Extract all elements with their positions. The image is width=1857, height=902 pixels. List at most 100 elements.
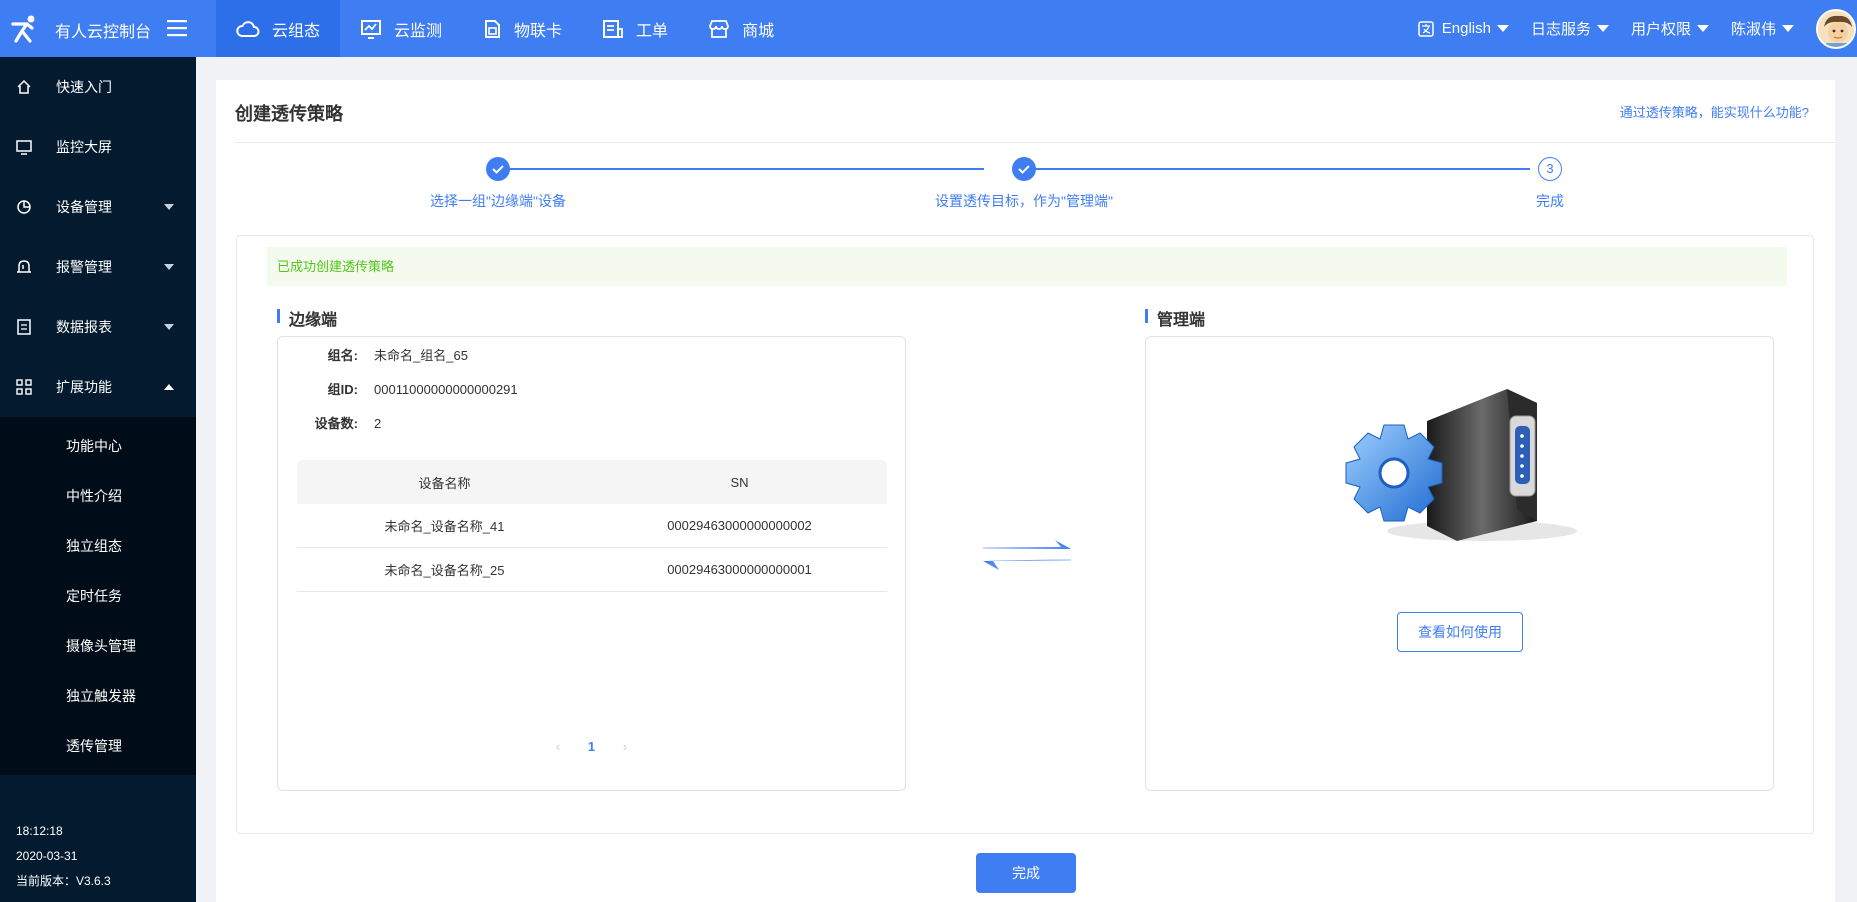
sn-cell: 00029463000000000001 <box>667 562 812 577</box>
group-name-row: 组名: 未命名_组名_65 <box>278 345 468 364</box>
sidebar-item-alarm-management[interactable]: 报警管理 <box>0 237 196 297</box>
help-link[interactable]: 通过透传策略，能实现什么功能? <box>1620 102 1809 121</box>
nav-store[interactable]: 商城 <box>688 0 794 57</box>
log-service-menu[interactable]: 日志服务 <box>1531 18 1609 39</box>
how-to-use-button[interactable]: 查看如何使用 <box>1397 612 1523 652</box>
app-version: 当前版本：V3.6.3 <box>16 874 111 888</box>
finish-button[interactable]: 完成 <box>976 853 1076 893</box>
next-page-button[interactable]: › <box>623 739 627 754</box>
device-count-label: 设备数: <box>314 416 358 431</box>
group-name-value: 未命名_组名_65 <box>374 348 468 363</box>
step-3-label: 完成 <box>1536 193 1564 209</box>
group-id-value: 00011000000000000291 <box>374 382 518 397</box>
sidebar-item-device-management[interactable]: 设备管理 <box>0 177 196 237</box>
log-service-label: 日志服务 <box>1530 21 1591 38</box>
table-header: 设备名称 SN <box>297 460 887 504</box>
submenu-item-camera-management[interactable]: 摄像头管理 <box>0 621 196 671</box>
top-right-menu: English 日志服务 用户权限 陈淑伟 <box>1418 0 1857 57</box>
sim-card-icon <box>485 19 501 38</box>
nav-label: 云监测 <box>394 22 443 40</box>
sidebar-item-monitor-screen[interactable]: 监控大屏 <box>0 117 196 177</box>
submenu-item-standalone-config[interactable]: 独立组态 <box>0 521 196 571</box>
user-menu[interactable]: 陈淑伟 <box>1731 18 1794 39</box>
column-header-device-name: 设备名称 <box>418 475 471 491</box>
sidebar-item-data-report[interactable]: 数据报表 <box>0 297 196 357</box>
avatar[interactable] <box>1816 8 1856 49</box>
step-1-check <box>486 157 510 181</box>
nav-label: 云组态 <box>272 22 321 40</box>
step-2-check <box>1012 157 1036 181</box>
brand: 有人云控制台 <box>0 0 216 57</box>
pagination: ‹ 1 › <box>278 739 905 754</box>
step-connector <box>1024 168 1530 170</box>
device-count-value: 2 <box>374 416 382 431</box>
language-icon <box>1418 20 1434 37</box>
store-icon <box>709 19 729 38</box>
table-row: 未命名_设备名称_41 00029463000000000002 <box>297 504 887 548</box>
page-number-current[interactable]: 1 <box>588 739 595 754</box>
nav-iot-card[interactable]: 物联卡 <box>462 0 582 57</box>
sidebar-submenu: 功能中心 中性介绍 独立组态 定时任务 摄像头管理 独立触发器 透传管理 <box>0 417 196 775</box>
group-id-label: 组ID: <box>327 382 358 397</box>
chevron-down-icon <box>164 324 174 330</box>
hamburger-menu-icon[interactable] <box>166 18 188 38</box>
current-time: 18:12:18 <box>16 824 63 838</box>
step-2-label: 设置透传目标，作为"管理端" <box>935 193 1113 209</box>
step-1-label: 选择一组"边缘端"设备 <box>430 193 566 209</box>
manager-section-title: 管理端 <box>1145 306 1205 330</box>
sidebar-item-label: 扩展功能 <box>56 379 112 395</box>
step-3-number: 3 <box>1538 157 1562 181</box>
step-connector <box>498 168 984 170</box>
current-date: 2020-03-31 <box>16 849 78 863</box>
device-count-row: 设备数: 2 <box>278 413 382 432</box>
cloud-icon <box>236 20 260 37</box>
nav-label: 工单 <box>636 22 669 40</box>
sidebar-item-label: 快速入门 <box>56 79 112 95</box>
group-name-label: 组名: <box>327 348 358 363</box>
report-icon <box>17 319 31 335</box>
nav-cloud-config[interactable]: 云组态 <box>216 0 341 57</box>
device-table: 设备名称 SN 未命名_设备名称_41 00029463000000000002… <box>297 460 887 592</box>
submenu-item-neutral-intro[interactable]: 中性介绍 <box>0 471 196 521</box>
home-icon <box>17 79 31 94</box>
title-divider <box>235 142 1835 143</box>
sidebar-item-label: 数据报表 <box>56 319 112 335</box>
sn-cell: 00029463000000000002 <box>667 518 812 533</box>
group-id-row: 组ID: 00011000000000000291 <box>278 379 518 398</box>
language-selector[interactable]: English <box>1418 20 1509 37</box>
transfer-arrows-icon <box>983 540 1071 570</box>
submenu-item-function-center[interactable]: 功能中心 <box>0 421 196 471</box>
chevron-down-icon <box>164 204 174 210</box>
user-permission-label: 用户权限 <box>1630 21 1691 38</box>
nav-work-order[interactable]: 工单 <box>582 0 688 57</box>
avatar-face-icon <box>1818 10 1854 47</box>
sidebar-item-label: 报警管理 <box>56 259 112 275</box>
result-panel: 已成功创建透传策略 边缘端 管理端 组名: 未命名_组名_65 组ID: 00011… <box>236 235 1814 834</box>
submenu-item-passthrough-management[interactable]: 透传管理 <box>0 721 196 771</box>
top-bar: 有人云控制台 云组态 云监测 物联卡 工单 商城 English 日志服务 用户… <box>0 0 1857 57</box>
language-label: English <box>1441 20 1491 37</box>
nav-cloud-monitor[interactable]: 云监测 <box>340 0 462 57</box>
main-card: 创建透传策略 通过透传策略，能实现什么功能? 3 选择一组"边缘端"设备 设置透… <box>216 80 1835 902</box>
caret-down-icon <box>1782 25 1794 32</box>
check-icon <box>1018 165 1030 174</box>
submenu-item-scheduled-tasks[interactable]: 定时任务 <box>0 571 196 621</box>
chevron-up-icon <box>164 384 174 390</box>
manager-box: 查看如何使用 <box>1145 336 1774 791</box>
edge-section-title: 边缘端 <box>277 306 337 330</box>
sidebar-item-extensions[interactable]: 扩展功能 <box>0 357 196 417</box>
sidebar-item-quick-start[interactable]: 快速入门 <box>0 57 196 117</box>
submenu-item-standalone-trigger[interactable]: 独立触发器 <box>0 671 196 721</box>
app-title: 有人云控制台 <box>55 24 152 41</box>
column-header-sn: SN <box>730 474 749 490</box>
prev-page-button[interactable]: ‹ <box>556 739 560 754</box>
user-permission-menu[interactable]: 用户权限 <box>1631 18 1709 39</box>
nav-label: 物联卡 <box>514 22 563 40</box>
sidebar-item-label: 设备管理 <box>56 199 112 215</box>
device-name-cell: 未命名_设备名称_25 <box>384 563 505 578</box>
user-name: 陈淑伟 <box>1730 21 1776 38</box>
document-icon <box>603 19 623 38</box>
grid-icon <box>16 379 32 395</box>
device-name-cell: 未命名_设备名称_41 <box>384 519 505 534</box>
edge-box: 组名: 未命名_组名_65 组ID: 00011000000000000291 设备… <box>277 336 906 791</box>
